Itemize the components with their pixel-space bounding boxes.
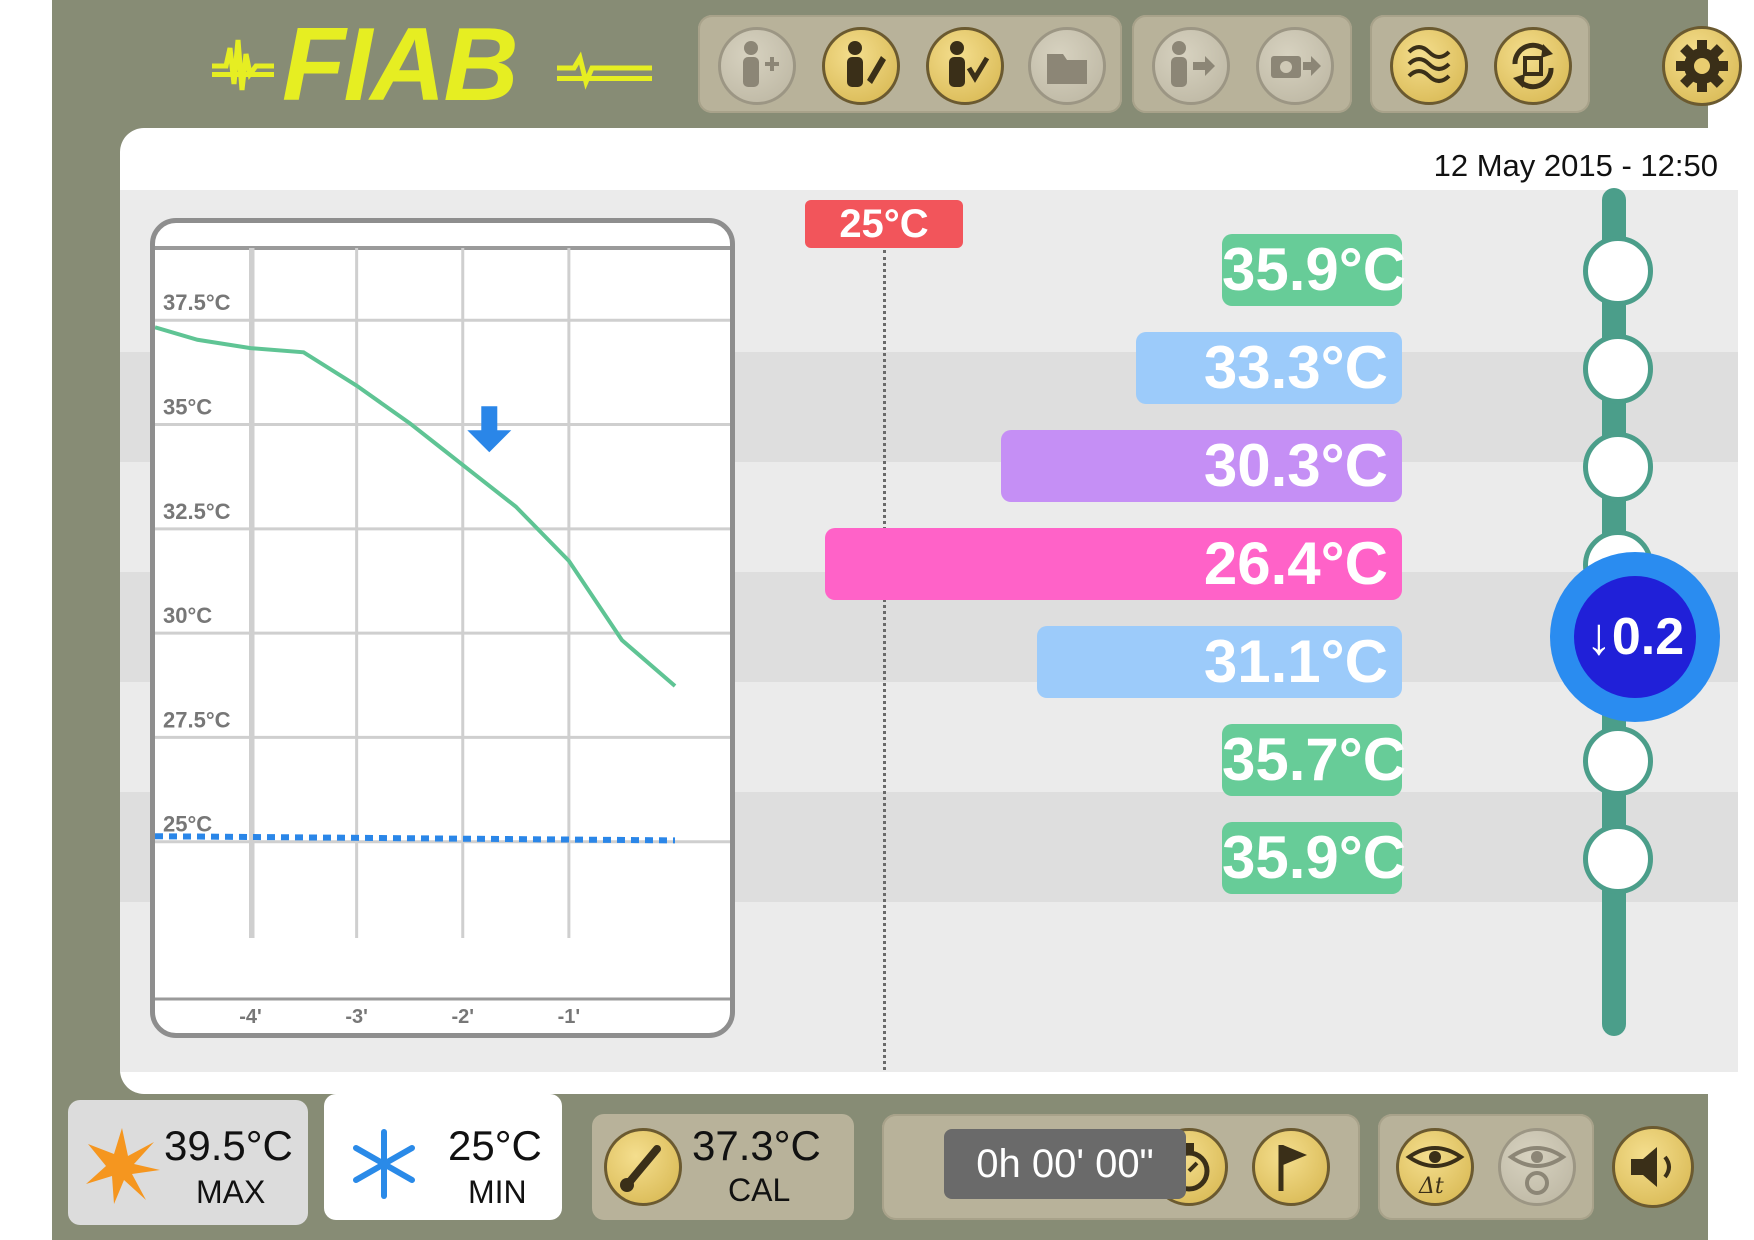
chart-y-tick-label: 27.5°C <box>163 707 231 732</box>
sensor-reading-bar: 33.3°C <box>1135 332 1402 404</box>
flag-icon <box>1278 1145 1307 1191</box>
view-toolbar: Δt <box>1378 1114 1594 1220</box>
snowflake-icon <box>353 1129 415 1199</box>
eye-delta-icon: Δt <box>1405 1146 1465 1199</box>
folder-icon <box>1047 54 1087 84</box>
speaker-icon <box>1631 1147 1671 1187</box>
cal-stat: 37.3°C CAL <box>592 1114 854 1220</box>
select-patient-button[interactable] <box>926 27 1004 105</box>
thermometer-icon <box>620 1145 661 1192</box>
chart-x-tick-label: -4' <box>239 1006 262 1028</box>
eye-timer-icon <box>1507 1146 1567 1195</box>
max-stat: 39.5°C MAX <box>68 1100 308 1225</box>
edit-patient-button[interactable] <box>822 27 900 105</box>
mode-toolbar <box>1370 15 1590 113</box>
select-patient-icon <box>949 41 990 87</box>
datetime: 12 May 2015 - 12:50 <box>1433 148 1718 183</box>
chart-y-tick-label: 32.5°C <box>163 499 231 524</box>
sensor-node[interactable] <box>1583 236 1653 306</box>
sensor-node[interactable] <box>1583 824 1653 894</box>
rotate-icon <box>1512 42 1554 90</box>
trend-chart-svg: 37.5°C 35°C 32.5°C 30°C 27.5°C 25°C -4' -3' -2' -… <box>154 246 730 1028</box>
chart-y-tick-label: 30°C <box>163 603 212 628</box>
export-patient-icon <box>1171 41 1215 87</box>
sensor-reading-bar: 30.3°C <box>1000 430 1402 502</box>
sensor-node[interactable] <box>1583 334 1653 404</box>
main-panel: 12 May 2015 - 12:50 37.5°C 35°C 32.5°C 30°C… <box>120 128 1738 1094</box>
setpoint-label: 25°C <box>805 200 963 248</box>
sensor-reading-bar: 31.1°C <box>1036 626 1402 698</box>
min-stat: 25°C MIN <box>324 1094 562 1220</box>
flag-button[interactable] <box>1252 1128 1330 1206</box>
export-snapshot-button[interactable] <box>1256 27 1334 105</box>
patient-toolbar <box>698 15 1122 113</box>
gear-icon <box>1676 40 1728 92</box>
sensor-reading-bar: 26.4°C <box>825 528 1402 600</box>
sensor-reading-bar: 35.9°C <box>1222 822 1406 894</box>
open-folder-button[interactable] <box>1028 27 1106 105</box>
logo-text: FIAB <box>282 7 519 123</box>
sensor-node[interactable] <box>1583 432 1653 502</box>
add-patient-icon <box>743 41 779 87</box>
rotate-button[interactable] <box>1494 27 1572 105</box>
min-label: MIN <box>468 1174 527 1210</box>
cal-label: CAL <box>728 1172 791 1208</box>
max-label: MAX <box>196 1174 266 1210</box>
chart-x-tick-label: -2' <box>451 1006 474 1028</box>
delta-value: ↓0.2 <box>1574 576 1696 698</box>
chart-y-tick-label: 35°C <box>163 395 212 420</box>
fiab-logo: FIAB <box>212 10 672 120</box>
setpoint-series-line <box>154 833 676 844</box>
export-snapshot-icon <box>1271 56 1321 78</box>
sensor-node[interactable] <box>1583 726 1653 796</box>
timer-display: 0h 00' 00" <box>944 1129 1186 1199</box>
export-toolbar <box>1132 15 1352 113</box>
settings-button[interactable] <box>1662 26 1742 106</box>
chart-y-tick-label: 25°C <box>163 812 212 837</box>
edit-patient-icon <box>847 41 886 87</box>
waves-button[interactable] <box>1390 27 1468 105</box>
chart-x-tick-label: -3' <box>345 1006 368 1028</box>
export-patient-button[interactable] <box>1152 27 1230 105</box>
temperature-trend-chart: 37.5°C 35°C 32.5°C 30°C 27.5°C 25°C -4' -3' -2' -… <box>150 218 735 1038</box>
waves-icon <box>1407 45 1451 83</box>
timer-view-button[interactable] <box>1498 1128 1576 1206</box>
sound-button[interactable] <box>1612 1126 1694 1208</box>
down-arrow-icon <box>467 406 512 453</box>
add-patient-button[interactable] <box>718 27 796 105</box>
cal-value: 37.3°C <box>692 1122 821 1169</box>
chart-x-tick-label: -1' <box>558 1006 581 1028</box>
sun-icon <box>86 1128 160 1204</box>
max-value: 39.5°C <box>164 1122 293 1169</box>
svg-text:Δt: Δt <box>1418 1174 1444 1199</box>
delta-indicator[interactable]: ↓0.2 <box>1550 552 1720 722</box>
setpoint-line <box>883 250 886 1070</box>
calibrate-button[interactable] <box>604 1128 682 1206</box>
min-value: 25°C <box>448 1122 542 1169</box>
app-frame: FIAB 12 May 2015 - 12:50 37.5°C 35°C 32.… <box>52 0 1742 1240</box>
chart-y-tick-label: 37.5°C <box>163 290 231 315</box>
sensor-reading-bar: 35.7°C <box>1222 724 1406 796</box>
delta-view-button[interactable]: Δt <box>1396 1128 1474 1206</box>
sensor-reading-bar: 35.9°C <box>1222 234 1406 306</box>
